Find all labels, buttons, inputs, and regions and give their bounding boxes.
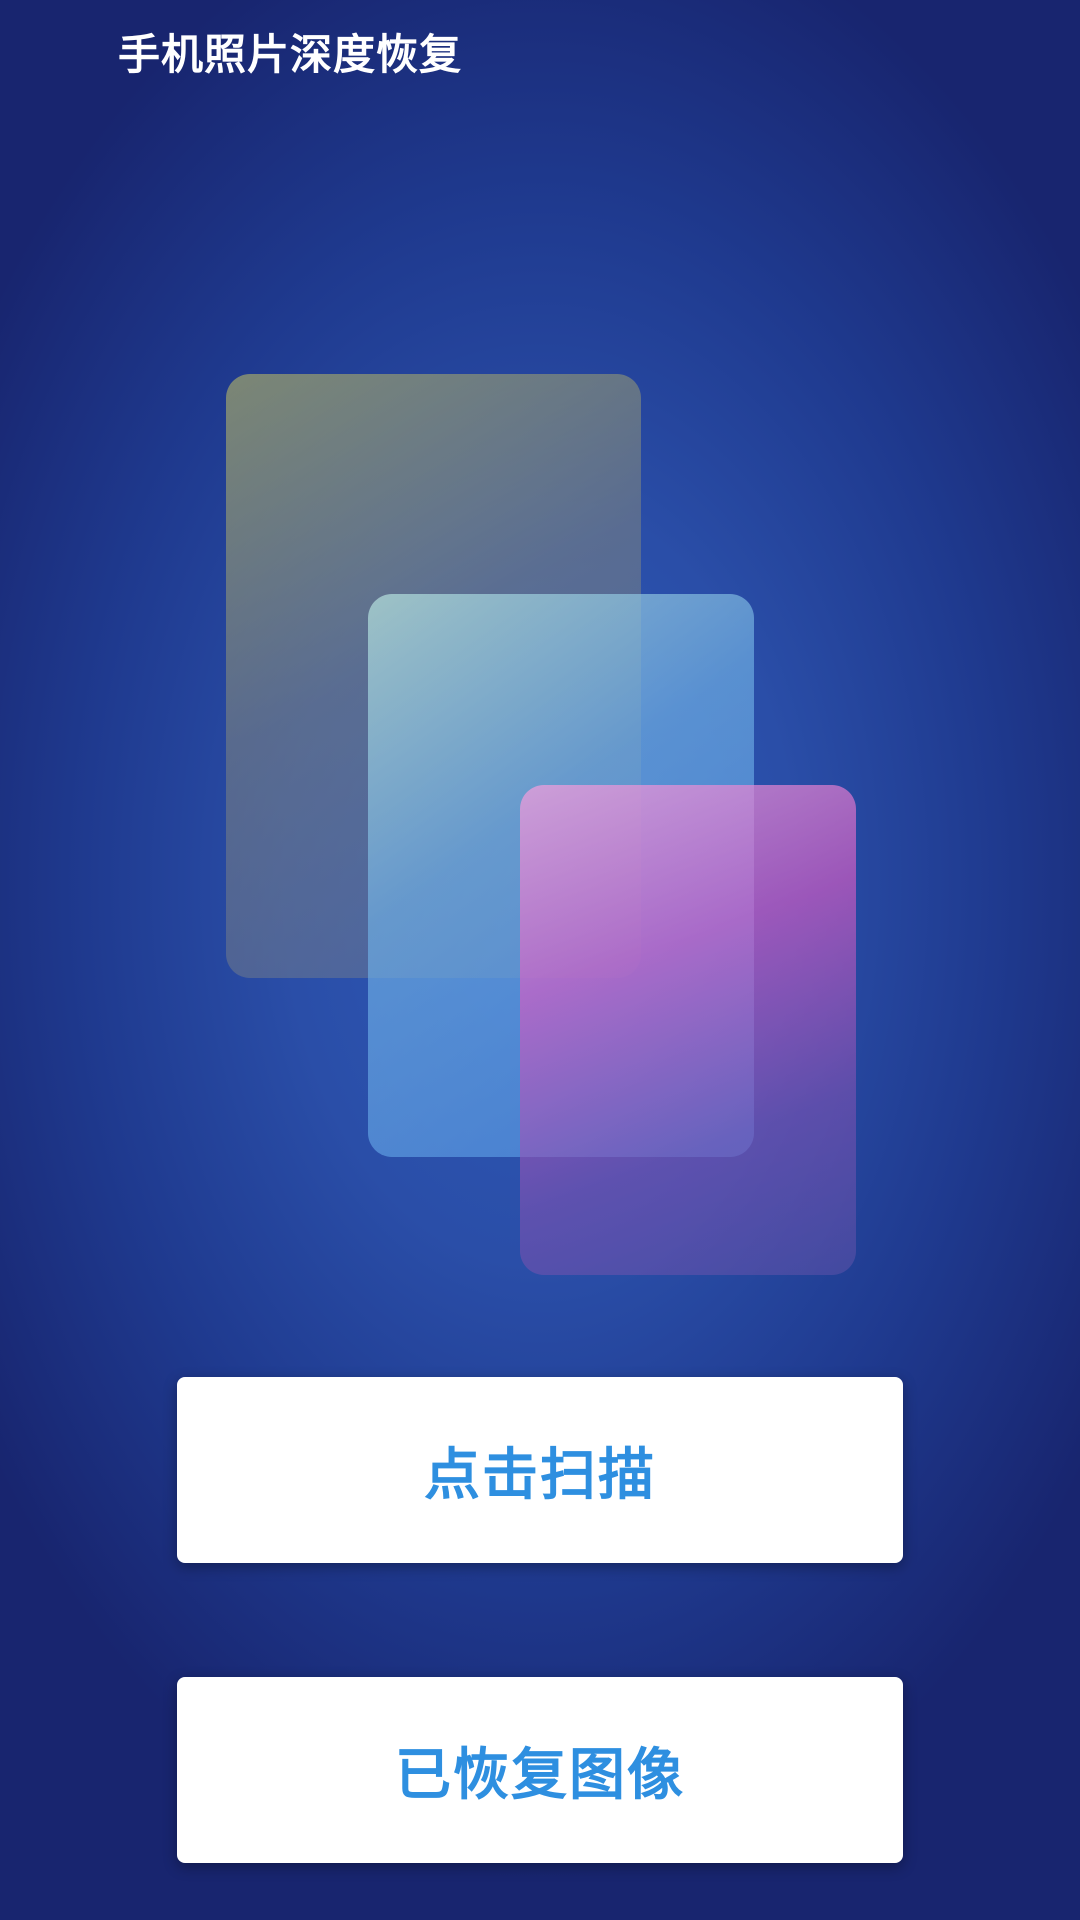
photo-stack-illustration [0, 0, 1080, 1300]
photo-card-front [520, 785, 856, 1275]
scan-button[interactable]: 点击扫描 [177, 1377, 903, 1563]
recovered-images-button[interactable]: 已恢复图像 [177, 1677, 903, 1863]
